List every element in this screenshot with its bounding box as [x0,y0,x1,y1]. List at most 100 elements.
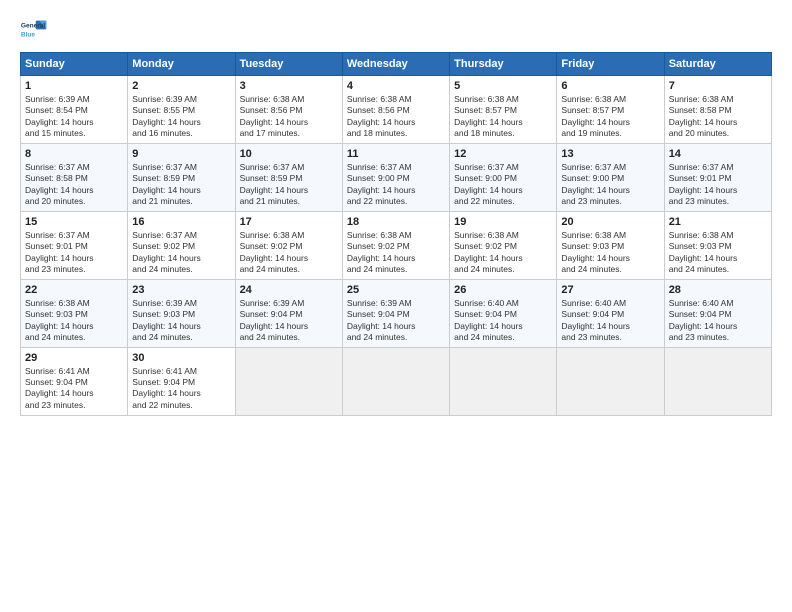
calendar-cell [450,347,557,415]
day-number: 26 [454,284,552,296]
calendar-cell: 3Sunrise: 6:38 AMSunset: 8:56 PMDaylight… [235,76,342,144]
day-info: Sunrise: 6:37 AMSunset: 9:00 PMDaylight:… [454,162,552,208]
day-number: 6 [561,80,659,92]
day-info: Sunrise: 6:37 AMSunset: 9:01 PMDaylight:… [25,230,123,276]
day-info: Sunrise: 6:38 AMSunset: 8:58 PMDaylight:… [669,94,767,140]
day-info: Sunrise: 6:38 AMSunset: 8:57 PMDaylight:… [561,94,659,140]
day-info: Sunrise: 6:39 AMSunset: 9:03 PMDaylight:… [132,298,230,344]
day-number: 5 [454,80,552,92]
calendar-cell: 18 Sunrise: 6:38 AMSunset: 9:02 PMDayligh… [342,211,449,279]
day-header-monday: Monday [128,53,235,76]
day-info: Sunrise: 6:38 AMSunset: 9:02 PMDaylight:… [347,230,445,276]
day-number: 4 [347,80,445,92]
day-info: Sunrise: 6:37 AMSunset: 8:59 PMDaylight:… [132,162,230,208]
day-number: 2 [132,80,230,92]
calendar-cell: 17 Sunrise: 6:38 AMSunset: 9:02 PMDayligh… [235,211,342,279]
logo-icon: General Blue [20,18,48,46]
day-number: 13 [561,148,659,160]
calendar-cell: 30Sunrise: 6:41 AMSunset: 9:04 PMDayligh… [128,347,235,415]
calendar-cell: 9 Sunrise: 6:37 AMSunset: 8:59 PMDaylight… [128,143,235,211]
day-info: Sunrise: 6:41 AMSunset: 9:04 PMDaylight:… [25,366,123,412]
day-number: 10 [240,148,338,160]
day-info: Sunrise: 6:39 AMSunset: 9:04 PMDaylight:… [240,298,338,344]
day-info: Sunrise: 6:39 AMSunset: 8:54 PMDaylight:… [25,94,123,140]
calendar-cell: 14Sunrise: 6:37 AMSunset: 9:01 PMDayligh… [664,143,771,211]
day-header-wednesday: Wednesday [342,53,449,76]
day-info: Sunrise: 6:38 AMSunset: 8:56 PMDaylight:… [347,94,445,140]
calendar-cell: 21Sunrise: 6:38 AMSunset: 9:03 PMDayligh… [664,211,771,279]
day-info: Sunrise: 6:37 AMSunset: 9:00 PMDaylight:… [561,162,659,208]
calendar-cell: 7 Sunrise: 6:38 AMSunset: 8:58 PMDaylight… [664,76,771,144]
calendar-cell [235,347,342,415]
day-header-sunday: Sunday [21,53,128,76]
day-info: Sunrise: 6:38 AMSunset: 9:03 PMDaylight:… [561,230,659,276]
day-number: 7 [669,80,767,92]
svg-text:General: General [21,23,46,30]
calendar-cell: 15 Sunrise: 6:37 AMSunset: 9:01 PMDayligh… [21,211,128,279]
day-info: Sunrise: 6:38 AMSunset: 9:03 PMDaylight:… [669,230,767,276]
day-info: Sunrise: 6:39 AMSunset: 9:04 PMDaylight:… [347,298,445,344]
day-number: 20 [561,216,659,228]
calendar-cell: 29 Sunrise: 6:41 AMSunset: 9:04 PMDayligh… [21,347,128,415]
calendar-cell: 1 Sunrise: 6:39 AMSunset: 8:54 PMDaylight… [21,76,128,144]
day-info: Sunrise: 6:40 AMSunset: 9:04 PMDaylight:… [669,298,767,344]
day-info: Sunrise: 6:38 AMSunset: 8:57 PMDaylight:… [454,94,552,140]
calendar-cell: 26 Sunrise: 6:40 AMSunset: 9:04 PMDayligh… [450,279,557,347]
calendar-cell: 27 Sunrise: 6:40 AMSunset: 9:04 PMDayligh… [557,279,664,347]
calendar-cell: 6 Sunrise: 6:38 AMSunset: 8:57 PMDaylight… [557,76,664,144]
day-info: Sunrise: 6:37 AMSunset: 8:58 PMDaylight:… [25,162,123,208]
calendar-cell: 23 Sunrise: 6:39 AMSunset: 9:03 PMDayligh… [128,279,235,347]
day-number: 8 [25,148,123,160]
day-number: 25 [347,284,445,296]
day-number: 1 [25,80,123,92]
day-number: 23 [132,284,230,296]
day-number: 9 [132,148,230,160]
day-number: 15 [25,216,123,228]
calendar-cell: 19 Sunrise: 6:38 AMSunset: 9:02 PMDayligh… [450,211,557,279]
page: General Blue SundayMondayTuesdayWednesda… [0,0,792,612]
calendar-body: 1 Sunrise: 6:39 AMSunset: 8:54 PMDaylight… [21,76,772,416]
day-number: 12 [454,148,552,160]
calendar-table: SundayMondayTuesdayWednesdayThursdayFrid… [20,52,772,416]
calendar-cell: 10 Sunrise: 6:37 AMSunset: 8:59 PMDayligh… [235,143,342,211]
day-number: 22 [25,284,123,296]
day-number: 18 [347,216,445,228]
calendar-cell: 28 Sunrise: 6:40 AMSunset: 9:04 PMDayligh… [664,279,771,347]
day-header-saturday: Saturday [664,53,771,76]
logo: General Blue [20,18,48,46]
day-header-tuesday: Tuesday [235,53,342,76]
calendar-cell [557,347,664,415]
day-header-friday: Friday [557,53,664,76]
day-number: 11 [347,148,445,160]
day-info: Sunrise: 6:38 AMSunset: 9:02 PMDaylight:… [454,230,552,276]
day-info: Sunrise: 6:40 AMSunset: 9:04 PMDaylight:… [561,298,659,344]
calendar-cell: 4 Sunrise: 6:38 AMSunset: 8:56 PMDaylight… [342,76,449,144]
day-number: 29 [25,352,123,364]
calendar-cell [342,347,449,415]
calendar-cell: 13 Sunrise: 6:37 AMSunset: 9:00 PMDayligh… [557,143,664,211]
day-info: Sunrise: 6:39 AMSunset: 8:55 PMDaylight:… [132,94,230,140]
day-info: Sunrise: 6:40 AMSunset: 9:04 PMDaylight:… [454,298,552,344]
day-info: Sunrise: 6:37 AMSunset: 9:02 PMDaylight:… [132,230,230,276]
calendar-cell: 16 Sunrise: 6:37 AMSunset: 9:02 PMDayligh… [128,211,235,279]
day-info: Sunrise: 6:37 AMSunset: 8:59 PMDaylight:… [240,162,338,208]
calendar-cell: 5 Sunrise: 6:38 AMSunset: 8:57 PMDaylight… [450,76,557,144]
calendar-cell: 2 Sunrise: 6:39 AMSunset: 8:55 PMDaylight… [128,76,235,144]
calendar-cell: 20 Sunrise: 6:38 AMSunset: 9:03 PMDayligh… [557,211,664,279]
svg-text:Blue: Blue [21,31,36,38]
day-info: Sunrise: 6:41 AMSunset: 9:04 PMDaylight:… [132,366,230,412]
day-number: 17 [240,216,338,228]
calendar-cell [664,347,771,415]
day-number: 3 [240,80,338,92]
day-number: 24 [240,284,338,296]
day-number: 19 [454,216,552,228]
calendar-cell: 22Sunrise: 6:38 AMSunset: 9:03 PMDayligh… [21,279,128,347]
day-number: 27 [561,284,659,296]
day-number: 16 [132,216,230,228]
day-header-thursday: Thursday [450,53,557,76]
calendar-cell: 8 Sunrise: 6:37 AMSunset: 8:58 PMDaylight… [21,143,128,211]
day-info: Sunrise: 6:38 AMSunset: 9:02 PMDaylight:… [240,230,338,276]
day-number: 28 [669,284,767,296]
calendar-cell: 11Sunrise: 6:37 AMSunset: 9:00 PMDayligh… [342,143,449,211]
day-info: Sunrise: 6:37 AMSunset: 9:01 PMDaylight:… [669,162,767,208]
